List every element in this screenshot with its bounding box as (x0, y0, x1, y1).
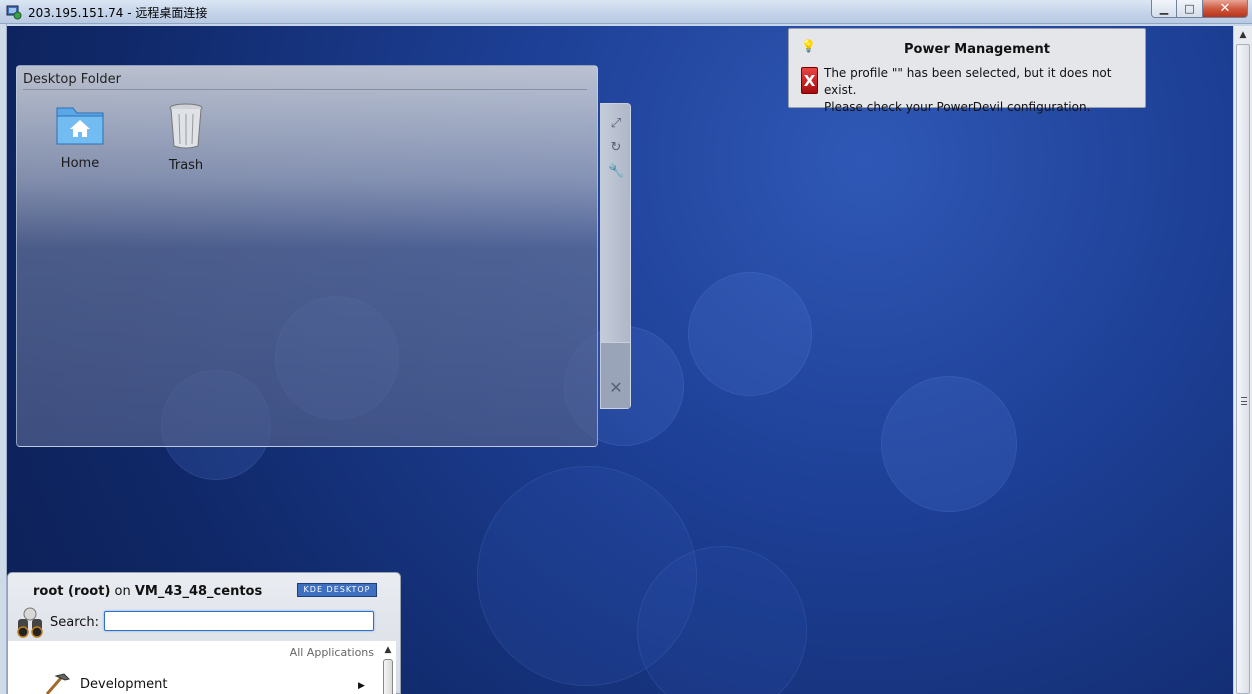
user-on: on (114, 584, 131, 599)
desktop-item-trash[interactable]: Trash (146, 102, 226, 173)
scroll-up-icon[interactable]: ▲ (1234, 26, 1252, 44)
user-name: root (root) (33, 584, 111, 599)
scroll-thumb[interactable] (1236, 44, 1250, 694)
kde-desktop-logo: KDE DESKTOP (297, 583, 377, 597)
desktop-folder-widget[interactable]: Desktop Folder Home Trash (16, 65, 598, 447)
desktop-item-home[interactable]: Home (40, 102, 120, 171)
notification-message: The profile "" has been selected, but it… (824, 65, 1145, 116)
list-scrollbar[interactable]: ▲ (381, 645, 395, 694)
remote-desktop[interactable]: Desktop Folder Home Trash ⤢ ↻ 🔧 ✕ 💡 Powe… (7, 26, 1233, 694)
folder-widget-title: Desktop Folder (23, 72, 121, 87)
handle-lower-section (601, 342, 630, 408)
close-icon[interactable]: ✕ (608, 380, 624, 396)
user-info: root (root) on VM_43_48_centos (33, 584, 262, 599)
scroll-grip-icon (1241, 397, 1247, 405)
window-scrollbar[interactable]: ▲ (1233, 26, 1252, 694)
search-label: Search: (50, 615, 100, 630)
widget-handle[interactable]: ⤢ ↻ 🔧 ✕ (600, 103, 631, 409)
wallpaper-bokeh (688, 272, 812, 396)
scroll-thumb[interactable] (383, 659, 393, 694)
window-left-border (0, 24, 7, 694)
notification-title: Power Management (904, 42, 1050, 57)
desktop-item-label: Home (60, 156, 100, 171)
rotate-icon[interactable]: ↻ (608, 140, 624, 156)
window-controls: ▁ □ ✕ (1151, 0, 1248, 18)
power-management-notification[interactable]: 💡 Power Management X The profile "" has … (788, 28, 1146, 114)
desktop-item-label: Trash (168, 158, 204, 173)
submenu-arrow-icon: ▶ (358, 681, 365, 691)
maximize-button[interactable]: □ (1177, 0, 1203, 18)
wallpaper-bokeh (881, 376, 1017, 512)
kickoff-menu[interactable]: root (root) on VM_43_48_centos KDE DESKT… (7, 572, 401, 694)
resize-icon[interactable]: ⤢ (608, 116, 624, 132)
window-title: 203.195.151.74 - 远程桌面连接 (28, 6, 208, 20)
menu-item-development[interactable]: Development (80, 677, 168, 692)
folder-title-divider (23, 89, 587, 90)
notification-line-2: Please check your PowerDevil configurati… (824, 100, 1091, 114)
trash-icon (169, 103, 203, 149)
section-label: All Applications (289, 646, 374, 659)
hammer-icon (45, 673, 70, 694)
search-input[interactable] (104, 611, 374, 631)
notification-line-1: The profile "" has been selected, but it… (824, 66, 1112, 97)
error-icon: X (801, 67, 818, 94)
host-name: VM_43_48_centos (134, 584, 263, 599)
home-folder-icon (56, 107, 104, 145)
window-titlebar[interactable]: 203.195.151.74 - 远程桌面连接 ▁ □ ✕ (0, 0, 1252, 24)
scroll-up-icon[interactable]: ▲ (381, 645, 395, 657)
minimize-button[interactable]: ▁ (1151, 0, 1177, 18)
application-list[interactable]: All Applications Development ▶ ▲ (8, 641, 396, 694)
binoculars-icon (17, 607, 43, 638)
remote-desktop-icon (6, 5, 22, 20)
settings-wrench-icon[interactable]: 🔧 (608, 164, 624, 180)
close-button[interactable]: ✕ (1203, 0, 1248, 18)
